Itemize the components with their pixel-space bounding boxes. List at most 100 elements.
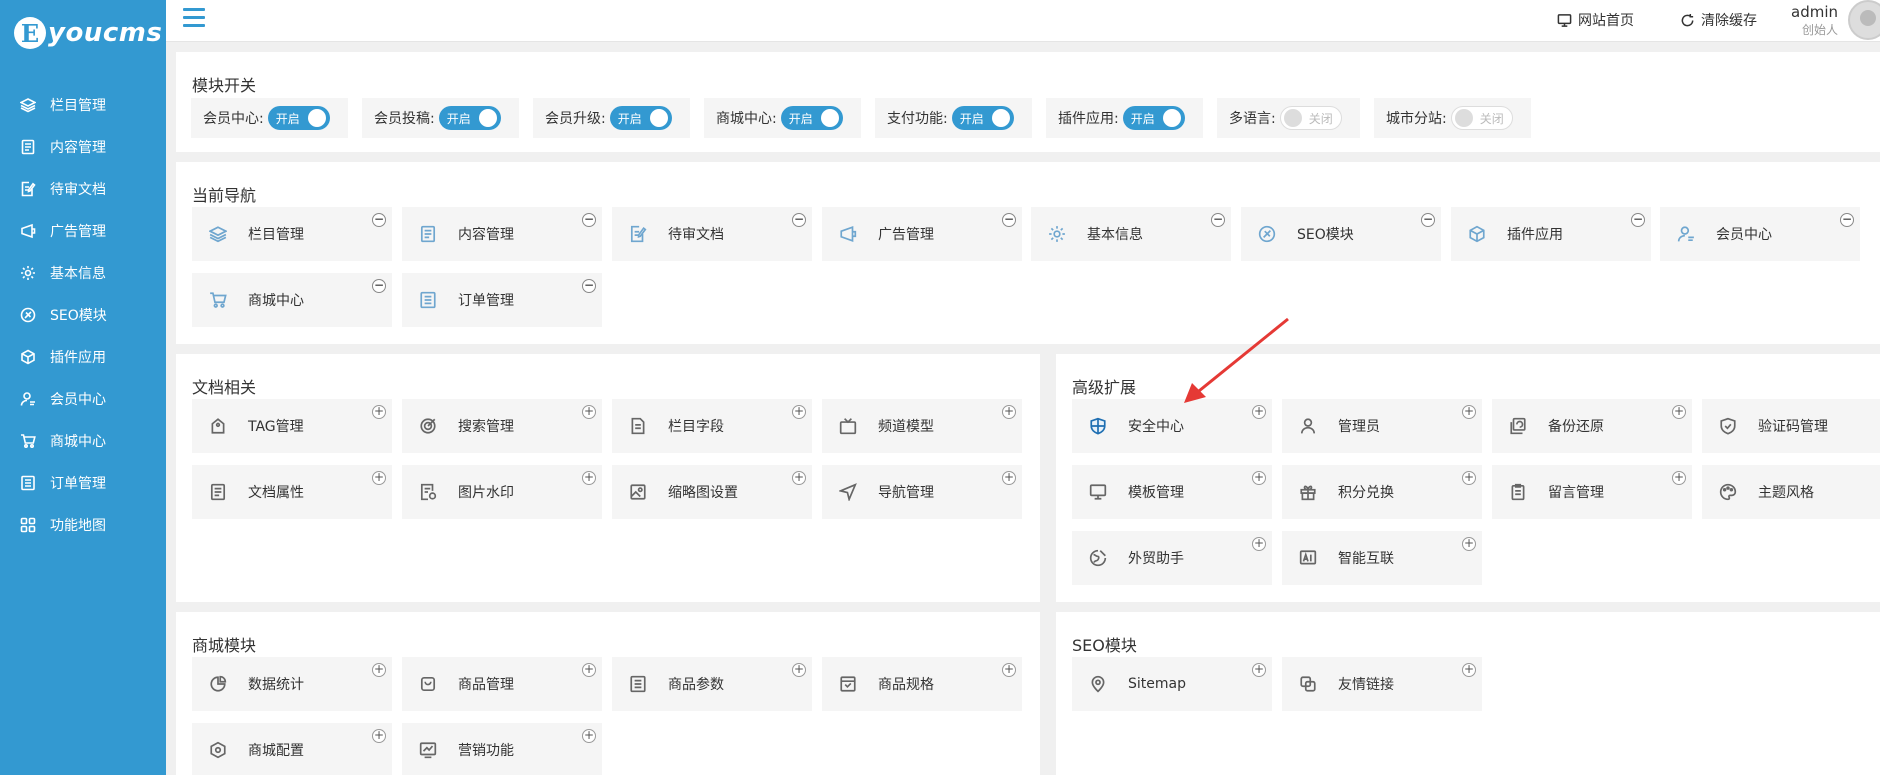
sidebar-item-plugins[interactable]: 插件应用: [0, 336, 166, 378]
doc-card-search[interactable]: 搜索管理 +: [402, 399, 602, 453]
sidebar-item-members[interactable]: 会员中心: [0, 378, 166, 420]
add-icon[interactable]: +: [1462, 537, 1476, 551]
sidebar-item-shop[interactable]: 商城中心: [0, 420, 166, 462]
adv-card-backup[interactable]: 备份还原 +: [1492, 399, 1692, 453]
add-icon[interactable]: +: [1462, 471, 1476, 485]
plugins-switch[interactable]: 开启: [1122, 106, 1185, 130]
nav-card-plugins[interactable]: 插件应用 −: [1451, 207, 1651, 261]
sidebar-item-content[interactable]: 内容管理: [0, 126, 166, 168]
remove-icon[interactable]: −: [582, 213, 596, 227]
adv-card-trade[interactable]: 外贸助手 +: [1072, 531, 1272, 585]
website-home-link[interactable]: 网站首页: [1557, 10, 1634, 30]
adv-card-ai[interactable]: 智能互联 +: [1282, 531, 1482, 585]
add-icon[interactable]: +: [582, 471, 596, 485]
add-icon[interactable]: +: [582, 729, 596, 743]
add-icon[interactable]: +: [1672, 405, 1686, 419]
sidebar-item-ads[interactable]: 广告管理: [0, 210, 166, 252]
add-icon[interactable]: +: [792, 405, 806, 419]
doc-card-thumbnail[interactable]: 缩略图设置 +: [612, 465, 812, 519]
adv-card-admin[interactable]: 管理员 +: [1282, 399, 1482, 453]
adv-card-theme[interactable]: 主题风格 +: [1702, 465, 1880, 519]
doc-card-channel[interactable]: 频道模型 +: [822, 399, 1022, 453]
doc-card-fields[interactable]: 栏目字段 +: [612, 399, 812, 453]
add-icon[interactable]: +: [372, 663, 386, 677]
menu-toggle-icon[interactable]: [183, 8, 205, 28]
seo-card-links[interactable]: 友情链接 +: [1282, 657, 1482, 711]
nav-card-pending[interactable]: 待审文档 −: [612, 207, 812, 261]
shop-card-stats[interactable]: 数据统计 +: [192, 657, 392, 711]
shop-card-marketing[interactable]: 营销功能 +: [402, 723, 602, 775]
shop-center-switch[interactable]: 开启: [780, 106, 843, 130]
doc-card-navigation[interactable]: 导航管理 +: [822, 465, 1022, 519]
clear-cache-button[interactable]: 清除缓存: [1680, 10, 1757, 30]
member-submission-switch[interactable]: 开启: [438, 106, 501, 130]
avatar[interactable]: [1848, 0, 1880, 40]
add-icon[interactable]: +: [1252, 537, 1266, 551]
member-center-switch[interactable]: 开启: [267, 106, 330, 130]
add-icon[interactable]: +: [582, 405, 596, 419]
nav-card-basic-info[interactable]: 基本信息 −: [1031, 207, 1231, 261]
logo[interactable]: E youcms: [0, 0, 166, 66]
shop-card-config[interactable]: 商城配置 +: [192, 723, 392, 775]
add-icon[interactable]: +: [1002, 405, 1016, 419]
sidebar-item-seo[interactable]: SEO模块: [0, 294, 166, 336]
adv-card-template[interactable]: 模板管理 +: [1072, 465, 1272, 519]
user-menu[interactable]: admin 创始人: [1791, 0, 1880, 42]
remove-icon[interactable]: −: [792, 213, 806, 227]
remove-icon[interactable]: −: [582, 279, 596, 293]
remove-icon[interactable]: −: [1211, 213, 1225, 227]
nav-card-shop[interactable]: 商城中心 −: [192, 273, 392, 327]
add-icon[interactable]: +: [1002, 663, 1016, 677]
adv-card-security[interactable]: 安全中心 +: [1072, 399, 1272, 453]
grid-icon: [20, 517, 36, 533]
seo-card-sitemap[interactable]: Sitemap +: [1072, 657, 1272, 711]
add-icon[interactable]: +: [792, 471, 806, 485]
add-icon[interactable]: +: [582, 663, 596, 677]
remove-icon[interactable]: −: [1002, 213, 1016, 227]
sidebar-item-feature-map[interactable]: 功能地图: [0, 504, 166, 546]
add-icon[interactable]: +: [372, 405, 386, 419]
add-icon[interactable]: +: [1252, 405, 1266, 419]
nav-card-ads[interactable]: 广告管理 −: [822, 207, 1022, 261]
sidebar-item-basic-info[interactable]: 基本信息: [0, 252, 166, 294]
nav-card-content[interactable]: 内容管理 −: [402, 207, 602, 261]
payment-switch[interactable]: 开启: [951, 106, 1014, 130]
sidebar-item-category[interactable]: 栏目管理: [0, 84, 166, 126]
adv-card-captcha[interactable]: 验证码管理 +: [1702, 399, 1880, 453]
nav-card-category[interactable]: 栏目管理 −: [192, 207, 392, 261]
city-site-switch[interactable]: 关闭: [1450, 106, 1513, 130]
multilang-switch[interactable]: 关闭: [1279, 106, 1342, 130]
remove-icon[interactable]: −: [372, 279, 386, 293]
shop-card-specs[interactable]: 商品规格 +: [822, 657, 1022, 711]
add-icon[interactable]: +: [372, 471, 386, 485]
shop-card-params[interactable]: 商品参数 +: [612, 657, 812, 711]
gear-icon: [20, 265, 36, 281]
remove-icon[interactable]: −: [1631, 213, 1645, 227]
add-icon[interactable]: +: [1672, 471, 1686, 485]
sidebar-item-pending[interactable]: 待审文档: [0, 168, 166, 210]
card-label: 频道模型: [878, 419, 934, 435]
member-upgrade-switch[interactable]: 开启: [609, 106, 672, 130]
sidebar-item-orders[interactable]: 订单管理: [0, 462, 166, 504]
sidebar-item-label: 栏目管理: [50, 98, 106, 114]
doc-card-attributes[interactable]: 文档属性 +: [192, 465, 392, 519]
add-icon[interactable]: +: [1462, 405, 1476, 419]
adv-card-messages[interactable]: 留言管理 +: [1492, 465, 1692, 519]
add-icon[interactable]: +: [1252, 663, 1266, 677]
adv-card-points[interactable]: 积分兑换 +: [1282, 465, 1482, 519]
doc-card-tag[interactable]: TAG管理 +: [192, 399, 392, 453]
doc-card-watermark[interactable]: 图片水印 +: [402, 465, 602, 519]
nav-card-members[interactable]: 会员中心 −: [1660, 207, 1860, 261]
remove-icon[interactable]: −: [1840, 213, 1854, 227]
add-icon[interactable]: +: [1252, 471, 1266, 485]
add-icon[interactable]: +: [1002, 471, 1016, 485]
card-label: 缩略图设置: [668, 485, 738, 501]
nav-card-orders[interactable]: 订单管理 −: [402, 273, 602, 327]
add-icon[interactable]: +: [792, 663, 806, 677]
shop-card-goods[interactable]: 商品管理 +: [402, 657, 602, 711]
add-icon[interactable]: +: [372, 729, 386, 743]
nav-card-seo[interactable]: SEO模块 −: [1241, 207, 1441, 261]
add-icon[interactable]: +: [1462, 663, 1476, 677]
remove-icon[interactable]: −: [1421, 213, 1435, 227]
remove-icon[interactable]: −: [372, 213, 386, 227]
